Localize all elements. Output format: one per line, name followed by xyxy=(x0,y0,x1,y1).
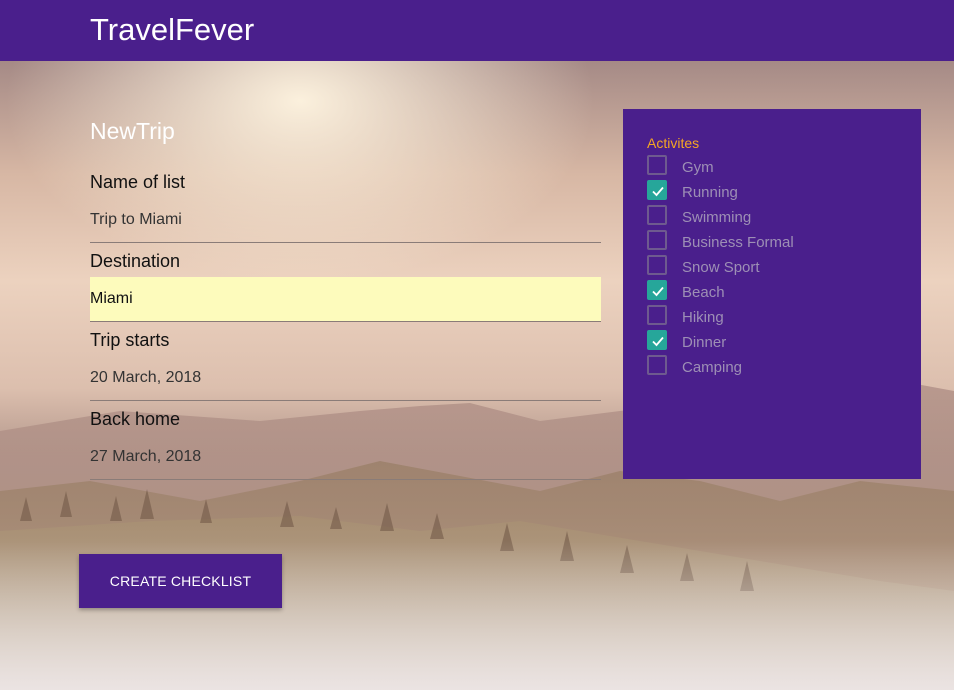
activity-checkbox[interactable] xyxy=(647,155,667,175)
activity-label: Beach xyxy=(682,284,725,301)
trip-starts-input[interactable] xyxy=(90,356,601,401)
new-trip-form: NewTrip Name of list Destination Trip st… xyxy=(90,118,601,480)
name-of-list-field: Name of list xyxy=(90,166,601,243)
activity-checkbox[interactable] xyxy=(647,355,667,375)
activity-checkbox[interactable] xyxy=(647,280,667,300)
activities-title: Activites xyxy=(647,135,700,151)
activity-item[interactable]: Gym xyxy=(647,155,921,180)
trip-starts-label: Trip starts xyxy=(90,330,170,350)
activity-checkbox[interactable] xyxy=(647,230,667,250)
activity-item[interactable]: Beach xyxy=(647,280,921,305)
activity-item[interactable]: Snow Sport xyxy=(647,255,921,280)
activity-checkbox[interactable] xyxy=(647,255,667,275)
back-home-input[interactable] xyxy=(90,435,601,480)
trip-starts-field: Trip starts xyxy=(90,324,601,401)
destination-input[interactable] xyxy=(90,277,601,322)
activity-label: Snow Sport xyxy=(682,259,760,276)
destination-label: Destination xyxy=(90,251,181,271)
activity-item[interactable]: Business Formal xyxy=(647,230,921,255)
activity-label: Hiking xyxy=(682,309,724,326)
activity-item[interactable]: Running xyxy=(647,180,921,205)
form-title: NewTrip xyxy=(90,118,175,144)
activity-checkbox[interactable] xyxy=(647,180,667,200)
back-home-label: Back home xyxy=(90,409,181,429)
app-title[interactable]: TravelFever xyxy=(90,12,254,48)
checkmark-icon xyxy=(652,186,664,197)
checkmark-icon xyxy=(652,336,664,347)
activity-item[interactable]: Hiking xyxy=(647,305,921,330)
activity-label: Business Formal xyxy=(682,234,794,251)
create-checklist-button[interactable]: CREATE CHECKLIST xyxy=(79,554,282,608)
activity-label: Dinner xyxy=(682,334,727,351)
activity-item[interactable]: Swimming xyxy=(647,205,921,230)
checkmark-icon xyxy=(652,286,664,297)
name-of-list-label: Name of list xyxy=(90,172,186,192)
activities-list: Gym Running Swimming Business Formal Sno… xyxy=(647,155,921,380)
activity-checkbox[interactable] xyxy=(647,305,667,325)
back-home-field: Back home xyxy=(90,403,601,480)
destination-field: Destination xyxy=(90,245,601,322)
activity-checkbox[interactable] xyxy=(647,330,667,350)
activities-panel: Activites Gym Running Swimming Business … xyxy=(623,109,921,479)
app-header: TravelFever xyxy=(0,0,954,61)
activity-label: Gym xyxy=(682,159,714,176)
activity-label: Camping xyxy=(682,359,743,376)
activity-checkbox[interactable] xyxy=(647,205,667,225)
activity-label: Swimming xyxy=(682,209,752,226)
name-of-list-input[interactable] xyxy=(90,198,601,243)
activity-item[interactable]: Dinner xyxy=(647,330,921,355)
activity-label: Running xyxy=(682,184,738,201)
activity-item[interactable]: Camping xyxy=(647,355,921,380)
